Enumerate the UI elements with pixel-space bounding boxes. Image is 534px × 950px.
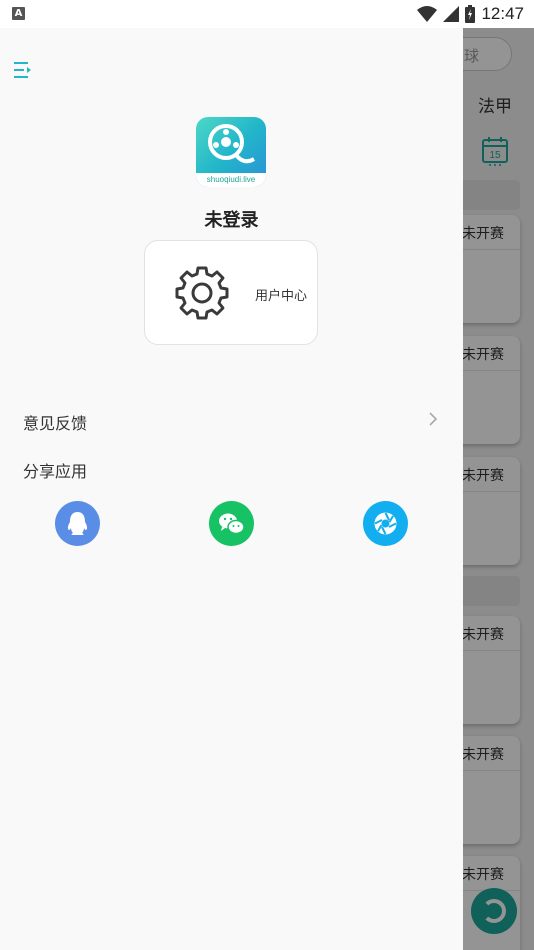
user-center-button[interactable]: 用户中心 [144,240,318,345]
navigation-drawer: shuoqiudi.live 未登录 用户中心 意见反馈 分享应用 [0,28,463,950]
share-qq-button[interactable] [55,501,100,546]
soccer-ball-film-icon [208,124,256,164]
wechat-moments-icon [374,512,397,535]
login-status[interactable]: 未登录 [0,206,463,232]
app-logo: shuoqiudi.live [196,117,266,187]
notification-icon: A [12,7,25,20]
menu-collapse-icon[interactable] [12,59,34,81]
status-bar: A 12:47 [0,0,534,28]
share-wechat-button[interactable] [209,501,254,546]
feedback-row[interactable]: 意见反馈 [0,400,463,440]
battery-icon [465,5,476,23]
cellular-signal-icon [443,6,460,22]
gear-icon [175,266,229,320]
logo-text: shuoqiudi.live [196,173,266,187]
wifi-icon [417,6,438,22]
share-moments-button[interactable] [363,501,408,546]
clock: 12:47 [481,4,524,23]
qq-icon [67,512,88,535]
chevron-right-icon [429,412,438,426]
feedback-label: 意见反馈 [23,414,88,433]
wechat-icon [219,513,245,535]
status-icons: 12:47 [417,3,524,25]
share-app-label: 分享应用 [23,462,88,481]
user-center-label: 用户中心 [255,289,308,304]
